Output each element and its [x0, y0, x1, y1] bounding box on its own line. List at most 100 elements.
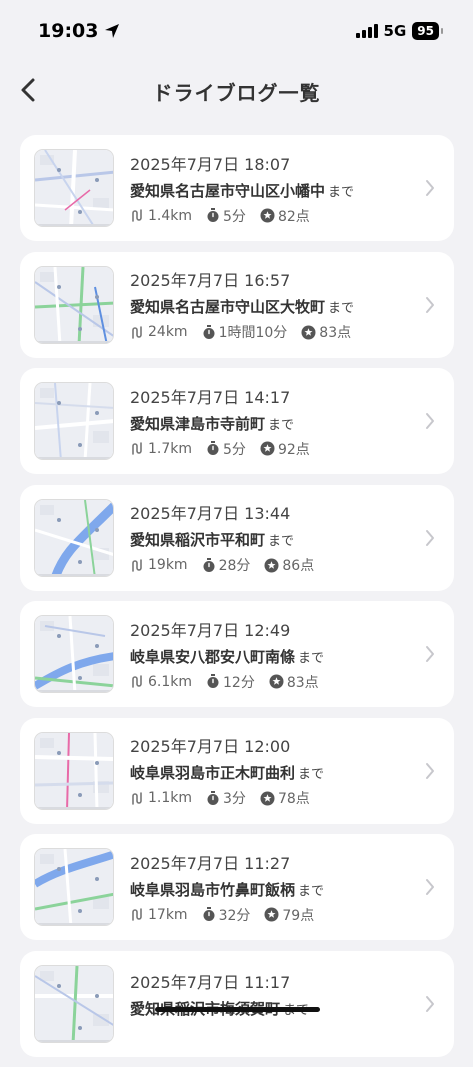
- chevron-right-icon: [426, 762, 434, 779]
- destination-suffix: まで: [268, 534, 295, 549]
- status-bar: 19:03 5G 95: [0, 0, 473, 62]
- log-destination: 岐阜県安八郡安八町南條 まで: [130, 647, 325, 666]
- drive-log-item[interactable]: 2025年7月7日 14:17 愛知県津島市寺前町 まで 1.7km 5分 92…: [20, 368, 454, 474]
- log-duration: 1時間10分: [218, 325, 288, 341]
- route-icon: [132, 325, 142, 339]
- destination-suffix: まで: [328, 301, 355, 316]
- route-map-thumbnail: [34, 149, 114, 227]
- drive-log-item[interactable]: 2025年7月7日 18:07 愛知県名古屋市守山区小幡中 まで 1.4km 5分: [20, 135, 454, 241]
- chevron-left-icon: [21, 78, 35, 102]
- log-destination: 愛知県津島市寺前町 まで: [130, 414, 295, 433]
- log-score: 83点: [319, 325, 352, 341]
- log-duration: 28分: [218, 558, 251, 574]
- drive-log-item[interactable]: 2025年7月7日 12:00 岐阜県羽島市正木町曲利まで 1.1km 3分: [20, 717, 454, 824]
- log-duration: 12分: [223, 674, 255, 691]
- route-map-thumbnail: [34, 265, 114, 344]
- stopwatch-icon: [207, 441, 219, 455]
- star-badge-icon: [260, 208, 275, 223]
- log-score: 82点: [277, 208, 310, 225]
- page-title: ドライブログ一覧: [152, 80, 321, 105]
- route-icon: [132, 908, 142, 921]
- stopwatch-icon: [207, 674, 219, 688]
- stopwatch-icon: [203, 557, 215, 572]
- log-distance: 1.7km: [148, 440, 193, 457]
- route-icon: [132, 442, 142, 455]
- destination-suffix: まで: [298, 650, 325, 666]
- route-icon: [132, 558, 142, 572]
- status-time: 19:03: [38, 20, 99, 42]
- log-stats: 24km 1時間10分 83点: [130, 322, 354, 342]
- destination-suffix: まで: [298, 883, 325, 899]
- drive-log-item[interactable]: 2025年7月7日 13:44 愛知県稲沢市平和町 まで 19km 28分 86…: [20, 484, 454, 591]
- route-map-thumbnail: [34, 615, 114, 693]
- log-score: 83点: [286, 674, 319, 691]
- log-destination: 愛知県名古屋市守山区大牧町 まで: [130, 298, 355, 316]
- log-distance: 6.1km: [148, 673, 193, 690]
- drive-log-item[interactable]: 2025年7月7日 16:57 愛知県名古屋市守山区大牧町 まで 24km 1時間…: [20, 251, 454, 358]
- drive-log-list: 2025年7月7日 18:07 愛知県名古屋市守山区小幡中 まで 1.4km 5分: [20, 135, 454, 1067]
- log-datetime: 2025年7月7日 12:49: [130, 620, 291, 640]
- log-destination: 愛知県名古屋市守山区小幡中 まで: [130, 181, 355, 200]
- log-score: 92点: [277, 441, 310, 458]
- destination-suffix: まで: [328, 184, 355, 200]
- log-stats: 17km 32分 79点: [130, 905, 324, 925]
- log-destination: 愛知県稲沢市平和町 まで: [130, 531, 295, 549]
- drive-log-item[interactable]: 2025年7月7日 11:17 愛知県稲沢市梅須賀町まで: [20, 950, 454, 1057]
- log-duration: 3分: [223, 791, 246, 807]
- log-datetime: 2025年7月7日 11:27: [130, 853, 291, 873]
- log-stats: 6.1km 12分 83点: [130, 672, 324, 692]
- log-distance: 17km: [148, 906, 188, 923]
- log-datetime: 2025年7月7日 16:57: [130, 271, 291, 290]
- stopwatch-icon: [207, 790, 219, 805]
- destination-suffix: まで: [298, 767, 325, 782]
- log-destination: 岐阜県羽島市正木町曲利 まで: [130, 764, 325, 782]
- route-map-thumbnail: [34, 498, 114, 577]
- route-icon: [132, 675, 142, 688]
- log-datetime: 2025年7月7日 13:44: [130, 504, 291, 523]
- log-stats: 1.1km 3分 78点: [130, 788, 324, 808]
- log-score: 86点: [282, 558, 315, 574]
- log-duration: 5分: [223, 208, 246, 225]
- route-map-thumbnail: [34, 848, 114, 926]
- star-badge-icon: [301, 325, 316, 339]
- drive-log-item[interactable]: 2025年7月7日 11:27 岐阜県羽島市竹鼻町飯柄まで 17km 32分: [20, 834, 454, 940]
- log-stats: 1.4km 5分 82点: [130, 206, 354, 226]
- chevron-right-icon: [426, 296, 434, 313]
- log-score: 78点: [277, 791, 310, 807]
- location-arrow-icon: [105, 24, 120, 38]
- stopwatch-icon: [207, 208, 219, 222]
- log-distance: 24km: [148, 324, 188, 340]
- log-stats: 19km 28分 86点: [130, 555, 314, 575]
- log-distance: 19km: [148, 557, 188, 573]
- home-indicator: [155, 1007, 320, 1012]
- route-map-thumbnail: [34, 382, 114, 460]
- signal-icon: [355, 24, 378, 38]
- drive-log-item[interactable]: 2025年7月7日 12:49 岐阜県安八郡安八町南條まで 6.1km 12分: [20, 601, 454, 707]
- stopwatch-icon: [203, 324, 215, 339]
- log-score: 79点: [282, 907, 315, 924]
- battery-icon: [441, 28, 443, 34]
- log-distance: 1.1km: [148, 790, 193, 806]
- chevron-right-icon: [426, 995, 434, 1012]
- route-map-thumbnail: [34, 964, 114, 1043]
- nav-bar: ドライブログ一覧: [0, 62, 473, 120]
- route-icon: [132, 791, 142, 805]
- battery-level: 95: [412, 22, 439, 40]
- chevron-right-icon: [426, 879, 434, 895]
- network-type: 5G: [383, 22, 407, 40]
- log-duration: 32分: [218, 907, 251, 924]
- star-badge-icon: [269, 674, 284, 689]
- route-icon: [132, 209, 142, 222]
- log-duration: 5分: [223, 441, 246, 458]
- log-stats: 1.7km 5分 92点: [130, 439, 310, 459]
- log-datetime: 2025年7月7日 12:00: [130, 737, 291, 756]
- chevron-right-icon: [426, 529, 434, 546]
- log-datetime: 2025年7月7日 18:07: [130, 154, 291, 174]
- back-button[interactable]: [12, 74, 44, 106]
- star-badge-icon: [260, 791, 275, 805]
- route-map-thumbnail: [34, 731, 114, 810]
- chevron-right-icon: [426, 180, 434, 196]
- star-badge-icon: [264, 558, 279, 572]
- stopwatch-icon: [203, 907, 215, 921]
- chevron-right-icon: [426, 413, 434, 429]
